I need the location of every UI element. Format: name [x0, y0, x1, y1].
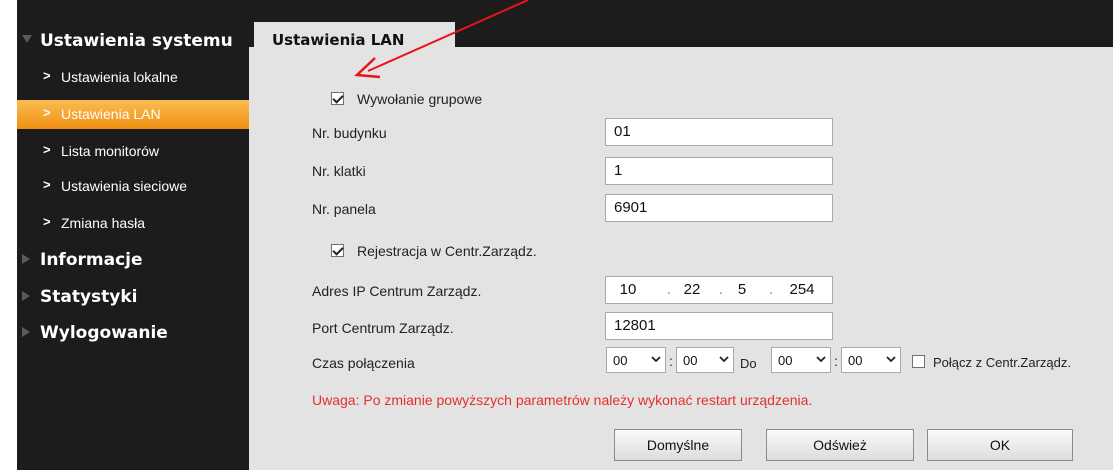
arrow-shaft — [367, 0, 529, 72]
annotation-arrow — [354, 0, 529, 79]
